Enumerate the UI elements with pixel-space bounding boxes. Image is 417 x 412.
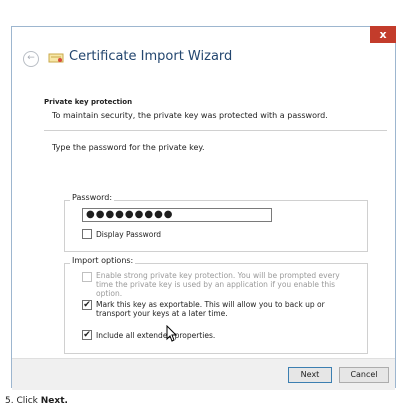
back-arrow-icon: ← bbox=[27, 53, 35, 63]
wizard-header: ← Certificate Import Wizard bbox=[12, 27, 395, 88]
display-password-label[interactable]: Display Password bbox=[96, 230, 161, 239]
wizard-footer: Next Cancel bbox=[12, 358, 395, 390]
instruction-text: Type the password for the private key. bbox=[52, 143, 205, 152]
caption-bold: Next. bbox=[40, 396, 68, 406]
wizard-title: Certificate Import Wizard bbox=[69, 49, 233, 64]
strong-protection-checkbox[interactable] bbox=[82, 272, 92, 282]
password-label: Password: bbox=[70, 193, 115, 202]
display-password-checkbox[interactable] bbox=[82, 229, 92, 239]
close-icon: x bbox=[379, 28, 387, 41]
exportable-checkbox[interactable]: ✔ bbox=[82, 300, 92, 310]
step-caption: 5. Click Next. bbox=[5, 396, 68, 406]
back-button[interactable]: ← bbox=[23, 51, 39, 67]
password-input[interactable]: ●●●●●●●●● bbox=[82, 208, 272, 222]
certificate-icon bbox=[48, 53, 64, 63]
cancel-button[interactable]: Cancel bbox=[339, 367, 389, 383]
extended-properties-label[interactable]: Include all extended properties. bbox=[96, 331, 215, 340]
wizard-window: ← Certificate Import Wizard Private key … bbox=[11, 26, 396, 390]
next-button[interactable]: Next bbox=[288, 367, 332, 383]
import-options-title: Import options: bbox=[70, 256, 136, 265]
mouse-cursor-icon bbox=[166, 325, 178, 342]
close-button[interactable]: x bbox=[370, 26, 396, 43]
exportable-label[interactable]: Mark this key as exportable. This will a… bbox=[96, 300, 356, 318]
section-description: To maintain security, the private key wa… bbox=[52, 111, 328, 120]
strong-protection-label[interactable]: Enable strong private key protection. Yo… bbox=[96, 271, 351, 298]
divider bbox=[44, 130, 387, 131]
caption-prefix: 5. Click bbox=[5, 396, 41, 406]
extended-properties-checkbox[interactable]: ✔ bbox=[82, 330, 92, 340]
section-heading: Private key protection bbox=[44, 98, 133, 106]
wizard-content: Private key protection To maintain secur… bbox=[12, 87, 395, 358]
